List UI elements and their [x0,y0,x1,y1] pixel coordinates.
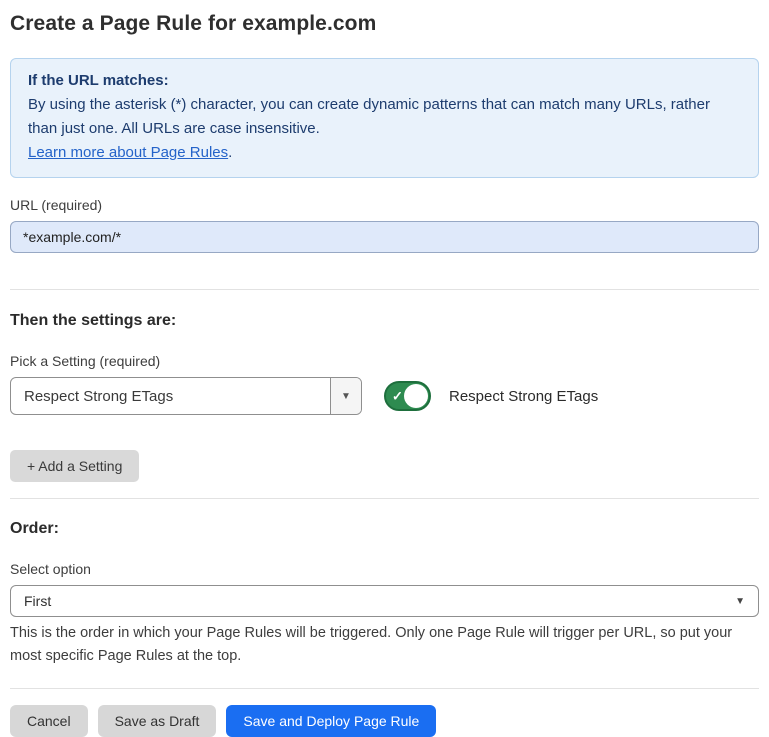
pick-setting-label: Pick a Setting (required) [10,353,759,369]
toggle-label: Respect Strong ETags [449,388,598,405]
url-match-info-box: If the URL matches: By using the asteris… [10,58,759,178]
cancel-button[interactable]: Cancel [10,705,88,737]
order-help-text: This is the order in which your Page Rul… [10,622,759,668]
actions-row: Cancel Save as Draft Save and Deploy Pag… [10,705,759,737]
divider [10,498,759,499]
add-setting-button[interactable]: + Add a Setting [10,450,139,482]
setting-select-arrow-segment[interactable]: ▼ [330,378,361,414]
page-title: Create a Page Rule for example.com [10,12,759,36]
learn-more-link[interactable]: Learn more about Page Rules [28,144,228,161]
chevron-down-icon: ▼ [341,391,351,402]
settings-section-heading: Then the settings are: [10,312,759,330]
info-box-heading: If the URL matches: [28,69,741,93]
setting-select-value: Respect Strong ETags [11,378,330,414]
chevron-down-icon: ▼ [735,596,745,607]
order-select-value: First [24,593,735,609]
save-and-deploy-button[interactable]: Save and Deploy Page Rule [226,705,436,737]
order-section-heading: Order: [10,520,759,538]
check-icon: ✓ [392,390,403,403]
setting-row: Respect Strong ETags ▼ ✓ Respect Strong … [10,377,759,415]
setting-toggle[interactable]: ✓ [384,381,431,411]
divider [10,289,759,290]
order-select-label: Select option [10,561,759,577]
order-select[interactable]: First ▼ [10,585,759,617]
info-box-link-line: Learn more about Page Rules. [28,141,741,165]
link-suffix: . [228,144,232,161]
divider [10,688,759,689]
info-box-body: By using the asterisk (*) character, you… [28,93,741,141]
url-input[interactable] [10,221,759,253]
save-as-draft-button[interactable]: Save as Draft [98,705,217,737]
setting-select[interactable]: Respect Strong ETags ▼ [10,377,362,415]
toggle-knob [404,384,428,408]
url-field-label: URL (required) [10,197,759,213]
toggle-wrap: ✓ Respect Strong ETags [384,381,598,411]
